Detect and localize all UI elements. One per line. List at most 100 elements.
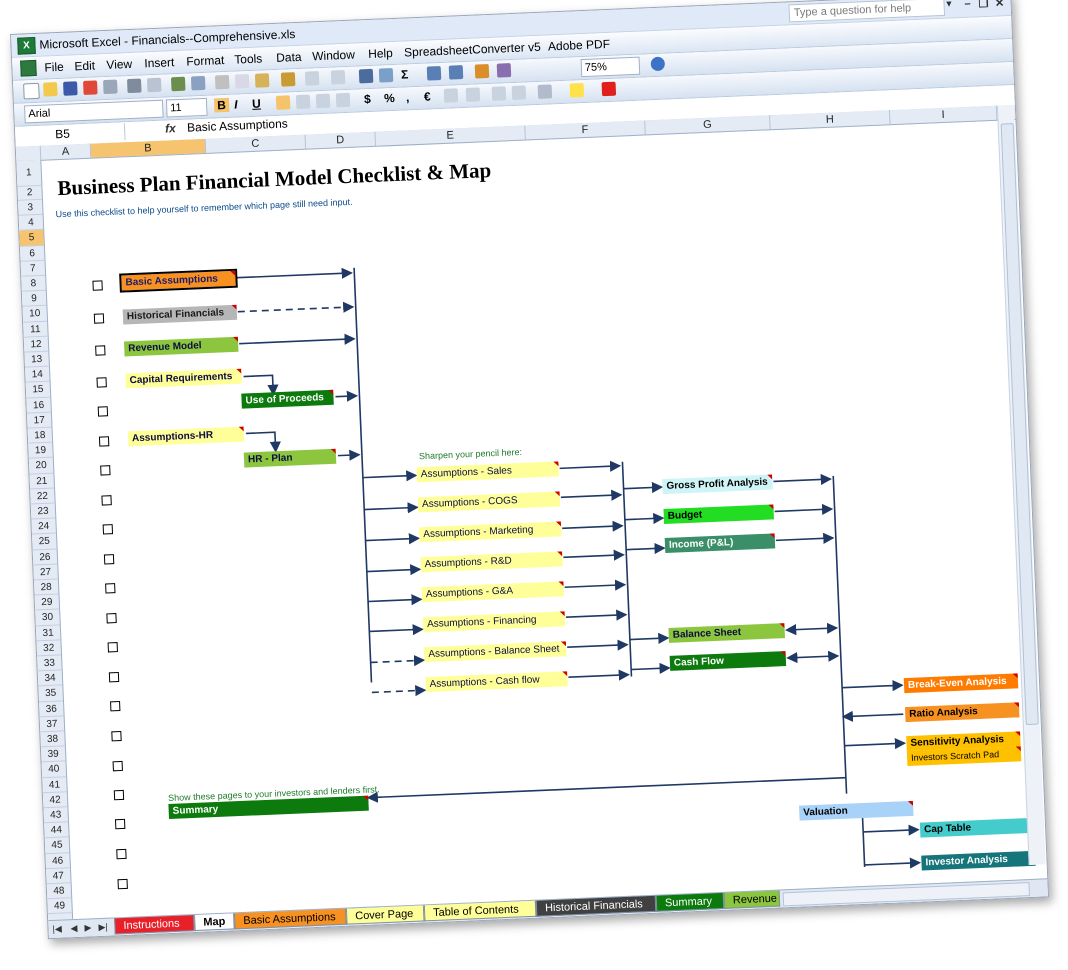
row-header[interactable]: 9 bbox=[21, 290, 47, 308]
drawing-icon[interactable] bbox=[496, 63, 512, 78]
row-header[interactable]: 17 bbox=[26, 412, 52, 429]
font-color-icon[interactable] bbox=[601, 81, 617, 97]
row-header[interactable]: 27 bbox=[33, 564, 58, 581]
copy-icon[interactable] bbox=[234, 74, 250, 89]
row-header[interactable]: 21 bbox=[29, 473, 55, 490]
underline-button[interactable]: U bbox=[252, 97, 261, 111]
row-header[interactable]: 14 bbox=[24, 366, 50, 384]
checklist-checkbox[interactable] bbox=[114, 818, 126, 830]
spelling-icon[interactable] bbox=[170, 76, 186, 92]
row-header[interactable]: 16 bbox=[26, 397, 51, 414]
row-header[interactable]: 24 bbox=[31, 518, 56, 535]
menu-insert[interactable]: Insert bbox=[144, 55, 175, 70]
tab-instructions[interactable]: Instructions bbox=[114, 915, 195, 935]
euro-button[interactable]: € bbox=[424, 89, 431, 103]
fx-icon[interactable]: fx bbox=[165, 121, 176, 135]
fill-color-icon[interactable] bbox=[569, 83, 585, 98]
restore-icon[interactable]: ❐ bbox=[976, 0, 991, 10]
row-header[interactable]: 22 bbox=[30, 488, 55, 505]
row-header[interactable]: 49 bbox=[47, 898, 72, 915]
sort-descending-icon[interactable] bbox=[448, 65, 464, 80]
close-icon[interactable]: ✕ bbox=[992, 0, 1007, 10]
comma-button[interactable]: , bbox=[406, 90, 410, 104]
row-header[interactable]: 26 bbox=[32, 549, 58, 566]
checklist-checkbox[interactable] bbox=[98, 436, 110, 447]
checklist-checkbox[interactable] bbox=[93, 313, 105, 324]
cut-icon[interactable] bbox=[214, 74, 230, 90]
row-header[interactable]: 44 bbox=[44, 822, 69, 839]
menu-help[interactable]: Help bbox=[368, 46, 393, 61]
sort-ascending-icon[interactable] bbox=[426, 65, 442, 81]
align-right-icon[interactable] bbox=[315, 93, 331, 109]
row-header[interactable]: 18 bbox=[27, 427, 53, 444]
row-header[interactable]: 37 bbox=[39, 716, 65, 733]
row-header[interactable]: 7 bbox=[20, 260, 46, 277]
row-header[interactable]: 2 bbox=[17, 185, 42, 201]
decrease-indent-icon[interactable] bbox=[491, 86, 507, 101]
column-header[interactable]: A bbox=[40, 143, 92, 160]
decrease-decimal-icon[interactable] bbox=[465, 87, 481, 102]
align-center-icon[interactable] bbox=[295, 94, 311, 110]
row-header[interactable]: 23 bbox=[30, 503, 56, 520]
tab-historical-financials[interactable]: Historical Financials bbox=[535, 895, 657, 917]
increase-decimal-icon[interactable] bbox=[443, 88, 459, 103]
format-painter-icon[interactable] bbox=[280, 72, 296, 87]
row-header[interactable]: 1 bbox=[16, 159, 42, 187]
menu-view[interactable]: View bbox=[106, 57, 132, 72]
menu-format[interactable]: Format bbox=[186, 53, 225, 69]
row-header[interactable]: 3 bbox=[17, 199, 43, 216]
row-header[interactable]: 35 bbox=[38, 685, 63, 702]
checklist-checkbox[interactable] bbox=[101, 495, 112, 506]
autosum-icon[interactable]: Σ bbox=[401, 67, 409, 81]
checklist-checkbox[interactable] bbox=[92, 280, 103, 291]
font-name-select[interactable]: Arial bbox=[24, 99, 164, 124]
row-header[interactable]: 19 bbox=[28, 442, 53, 459]
row-header[interactable]: 48 bbox=[46, 883, 72, 900]
tab-cover-page[interactable]: Cover Page bbox=[345, 905, 425, 925]
row-header[interactable]: 46 bbox=[45, 852, 70, 870]
increase-indent-icon[interactable] bbox=[511, 85, 527, 101]
print-preview-icon[interactable] bbox=[146, 77, 162, 93]
row-header[interactable]: 43 bbox=[43, 807, 69, 824]
name-box[interactable]: B5 bbox=[14, 123, 126, 145]
row-header[interactable]: 38 bbox=[40, 731, 65, 748]
last-sheet-icon[interactable]: ▶| bbox=[98, 922, 108, 933]
row-header[interactable]: 33 bbox=[37, 655, 62, 672]
prev-sheet-icon[interactable]: ◀ bbox=[70, 923, 77, 934]
checklist-checkbox[interactable] bbox=[107, 642, 118, 653]
merge-center-icon[interactable] bbox=[335, 92, 351, 108]
row-header[interactable]: 36 bbox=[38, 700, 64, 718]
menu-tools[interactable]: Tools bbox=[234, 51, 263, 66]
row-header[interactable]: 45 bbox=[44, 837, 70, 854]
font-size-select[interactable]: 11 bbox=[165, 97, 208, 118]
checklist-checkbox[interactable] bbox=[96, 377, 107, 388]
row-header[interactable]: 8 bbox=[21, 275, 46, 292]
row-header[interactable]: 10 bbox=[22, 306, 48, 323]
column-header[interactable]: D bbox=[305, 131, 377, 149]
tab-basic-assumptions[interactable]: Basic Assumptions bbox=[234, 908, 347, 930]
permission-icon[interactable] bbox=[83, 80, 98, 95]
menu-window[interactable]: Window bbox=[312, 48, 355, 64]
help-icon[interactable] bbox=[650, 56, 666, 72]
row-header[interactable]: 40 bbox=[41, 761, 67, 778]
row-header[interactable]: 13 bbox=[24, 351, 49, 368]
checklist-checkbox[interactable] bbox=[117, 878, 128, 890]
tab-revenue[interactable]: Revenue bbox=[723, 890, 781, 909]
tab-summary[interactable]: Summary bbox=[655, 892, 725, 912]
hyperlink-icon[interactable] bbox=[358, 68, 374, 84]
checklist-checkbox[interactable] bbox=[108, 672, 120, 683]
menu-spreadsheetconverter[interactable]: SpreadsheetConverter v5 bbox=[404, 40, 541, 60]
tab-map[interactable]: Map bbox=[194, 913, 235, 932]
checklist-checkbox[interactable] bbox=[116, 848, 127, 860]
checklist-checkbox[interactable] bbox=[102, 524, 114, 535]
row-header[interactable]: 5 bbox=[19, 230, 44, 247]
next-sheet-icon[interactable]: ▶ bbox=[84, 922, 91, 933]
row-header[interactable]: 6 bbox=[19, 245, 45, 262]
formula-input[interactable]: Basic Assumptions bbox=[187, 116, 288, 134]
row-header[interactable]: 32 bbox=[36, 640, 62, 657]
row-header[interactable]: 31 bbox=[35, 625, 61, 642]
bold-button[interactable]: B bbox=[213, 97, 230, 113]
menu-data[interactable]: Data bbox=[276, 50, 302, 65]
save-icon[interactable] bbox=[63, 81, 78, 96]
menu-edit[interactable]: Edit bbox=[74, 58, 95, 73]
